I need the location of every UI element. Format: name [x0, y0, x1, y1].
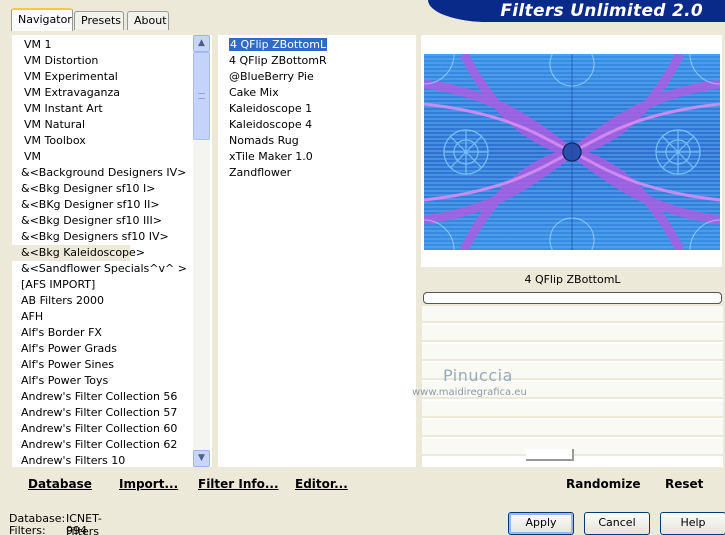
effect-name-label: 4 QFlip ZBottomL	[524, 273, 621, 286]
category-item[interactable]: AFH	[12, 309, 192, 325]
category-item[interactable]: &<Bkg Kaleidoscope>	[12, 245, 145, 261]
category-item[interactable]: Alf's Power Toys	[12, 373, 192, 389]
filter-item[interactable]: 4 QFlip ZBottomR	[218, 53, 327, 69]
category-item[interactable]: Andrew's Filters 10	[12, 453, 192, 467]
category-item[interactable]: VM Extravaganza	[12, 85, 192, 101]
category-item[interactable]: &<BKg Designer sf10 II>	[12, 197, 192, 213]
apply-button[interactable]: Apply	[508, 512, 574, 535]
status-filters: Filters: 994	[9, 524, 87, 535]
filter-item[interactable]: Cake Mix	[218, 85, 327, 101]
filter-list[interactable]: 4 QFlip ZBottomL 4 QFlip ZBottomR @BlueBer…	[218, 35, 416, 467]
category-item[interactable]: VM Instant Art	[12, 101, 192, 117]
filter-item[interactable]: Kaleidoscope 1	[218, 101, 327, 117]
category-item[interactable]: AB Filters 2000	[12, 293, 192, 309]
cancel-button[interactable]: Cancel	[584, 512, 650, 535]
category-item[interactable]: VM Toolbox	[12, 133, 192, 149]
category-item[interactable]: &<Bkg Designer sf10 I>	[12, 181, 192, 197]
scroll-thumb[interactable]	[193, 52, 210, 140]
help-button[interactable]: Help	[660, 512, 725, 535]
category-item[interactable]: Alf's Border FX	[12, 325, 192, 341]
category-item[interactable]: Andrew's Filter Collection 57	[12, 405, 192, 421]
category-list[interactable]: VM 1 VM Distortion VM Experimental VM Extra…	[12, 35, 212, 467]
category-item[interactable]: VM	[12, 149, 192, 165]
parameter-row[interactable]	[422, 306, 723, 323]
watermark-site: www.maidiregrafica.eu	[412, 387, 527, 398]
category-item[interactable]: VM Distortion	[12, 53, 192, 69]
filter-info-button[interactable]: Filter Info...	[198, 477, 279, 491]
category-item[interactable]: Andrew's Filter Collection 56	[12, 389, 192, 405]
parameter-row[interactable]	[422, 344, 723, 361]
filter-item[interactable]: Nomads Rug	[218, 133, 327, 149]
app-title: Filters Unlimited 2.0	[500, 1, 703, 21]
parameter-row[interactable]	[422, 325, 723, 342]
category-item[interactable]: Andrew's Filter Collection 60	[12, 421, 192, 437]
progress-bar	[423, 292, 722, 304]
filter-item[interactable]: xTile Maker 1.0	[218, 149, 327, 165]
filter-item[interactable]: 4 QFlip ZBottomL	[218, 37, 329, 53]
editor-button[interactable]: Editor...	[295, 477, 348, 491]
category-item[interactable]: VM Experimental	[12, 69, 192, 85]
tab-about[interactable]: About	[127, 11, 169, 30]
preview-image	[424, 54, 720, 250]
category-item[interactable]: Alf's Power Sines	[12, 357, 192, 373]
reset-button[interactable]: Reset	[665, 477, 703, 491]
scroll-up-button[interactable]: ▲	[193, 35, 210, 52]
parameter-row[interactable]	[422, 420, 723, 437]
category-item[interactable]: Andrew's Filter Collection 62	[12, 437, 192, 453]
import-button[interactable]: Import...	[119, 477, 178, 491]
category-item[interactable]: &<Background Designers IV>	[12, 165, 192, 181]
database-button[interactable]: Database	[28, 477, 92, 491]
category-item[interactable]: VM Natural	[12, 117, 192, 133]
title-banner: Filters Unlimited 2.0	[428, 0, 725, 22]
category-item[interactable]: &<Sandflower Specials^v^ >	[12, 261, 192, 277]
filter-item[interactable]: @BlueBerry Pie	[218, 69, 327, 85]
watermark-name: Pinuccia	[443, 366, 513, 385]
scroll-down-button[interactable]: ▼	[193, 450, 210, 467]
parameter-row[interactable]	[422, 401, 723, 418]
filter-item[interactable]: Kaleidoscope 4	[218, 117, 327, 133]
filter-item[interactable]: Zandflower	[218, 165, 327, 181]
category-item[interactable]: &<Bkg Designer sf10 III>	[12, 213, 192, 229]
tab-presets[interactable]: Presets	[74, 11, 124, 30]
category-item[interactable]: VM 1	[12, 37, 192, 53]
randomize-button[interactable]: Randomize	[566, 477, 640, 491]
category-item[interactable]: &<Bkg Designers sf10 IV>	[12, 229, 192, 245]
category-item[interactable]: [AFS IMPORT]	[12, 277, 192, 293]
category-item[interactable]: Alf's Power Grads	[12, 341, 192, 357]
slider-handle[interactable]	[526, 449, 574, 461]
category-scrollbar[interactable]: ▲ ▼	[193, 35, 210, 467]
tab-navigator[interactable]: Navigator	[11, 8, 73, 31]
